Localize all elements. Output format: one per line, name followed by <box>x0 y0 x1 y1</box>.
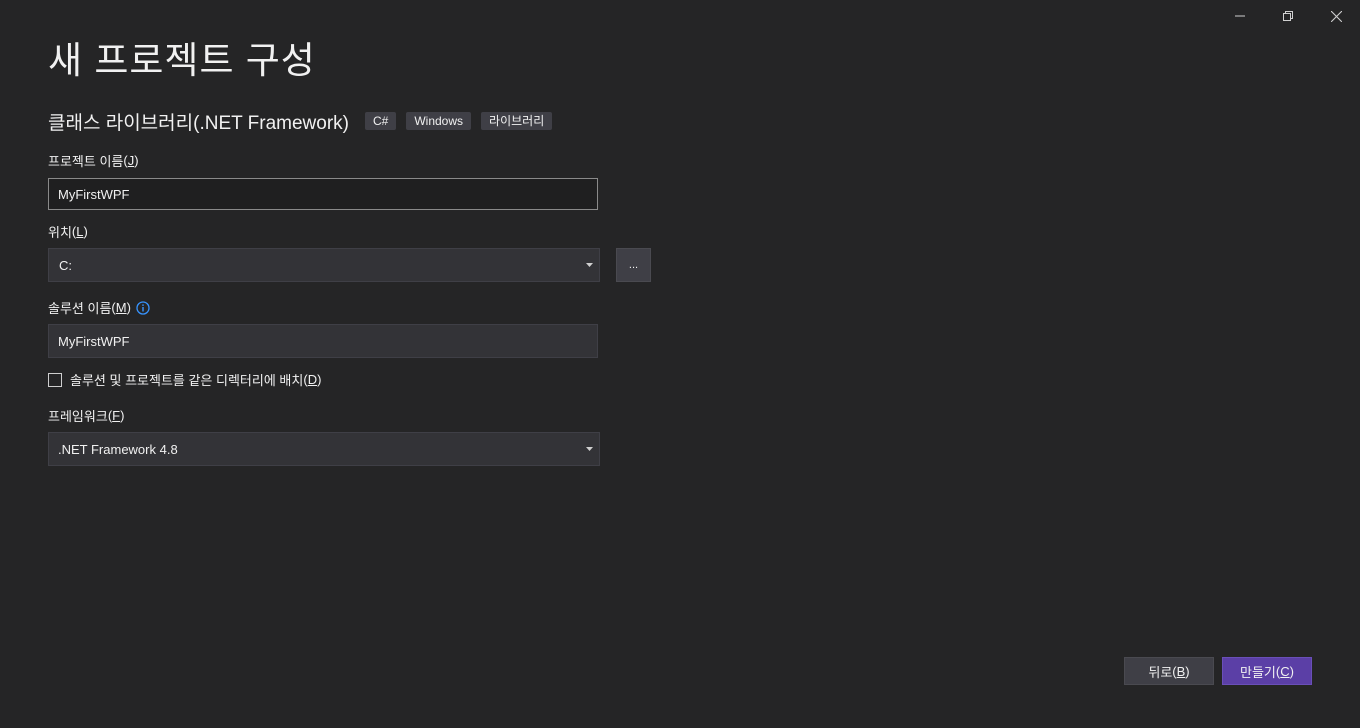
accel-key: L <box>76 224 84 239</box>
project-name-label: 프로젝트 이름(J) <box>48 151 139 170</box>
window-controls <box>1216 0 1360 32</box>
framework-value: .NET Framework 4.8 <box>58 441 178 457</box>
project-name-value: MyFirstWPF <box>58 186 130 202</box>
framework-combobox[interactable]: .NET Framework 4.8 <box>48 432 600 466</box>
page-title: 새 프로젝트 구성 <box>48 40 316 81</box>
project-name-label-text: 프로젝트 이름 <box>48 154 124 169</box>
location-label: 위치(L) <box>48 222 88 241</box>
browse-button[interactable]: ... <box>616 248 651 282</box>
template-name: 클래스 라이브러리(.NET Framework) <box>48 112 349 134</box>
restore-button[interactable] <box>1264 0 1312 32</box>
template-header: 클래스 라이브러리(.NET Framework) C# Windows 라이브… <box>48 106 562 136</box>
location-label-text: 위치 <box>48 225 72 240</box>
accel-close: ) <box>317 372 322 387</box>
tag-language: C# <box>365 112 397 130</box>
create-button[interactable]: 만들기(C) <box>1222 657 1312 685</box>
accel-close: ) <box>134 153 139 168</box>
location-combobox[interactable]: C: <box>48 248 600 282</box>
info-icon[interactable] <box>136 300 150 315</box>
accel-close: ) <box>120 408 125 423</box>
close-icon <box>1330 10 1342 22</box>
accel-key: F <box>112 408 121 423</box>
dropdown-arrow-icon[interactable] <box>583 433 595 465</box>
create-label: 만들기 <box>1240 664 1276 680</box>
new-project-window: 새 프로젝트 구성 클래스 라이브러리(.NET Framework) C# W… <box>0 0 1360 728</box>
accel-close: ) <box>126 300 131 315</box>
solution-name-input[interactable]: MyFirstWPF <box>48 324 598 358</box>
accel-close: ) <box>1289 663 1294 679</box>
framework-label: 프레임워크(F) <box>48 406 124 425</box>
accel-key: C <box>1280 663 1290 679</box>
same-directory-option[interactable]: 솔루션 및 프로젝트를 같은 디렉터리에 배치(D) <box>48 370 321 389</box>
same-directory-checkbox[interactable] <box>48 372 62 387</box>
framework-label-text: 프레임워크 <box>48 409 108 424</box>
accel-key: M <box>115 300 127 315</box>
project-name-input[interactable]: MyFirstWPF <box>48 178 598 210</box>
tag-platform: Windows <box>406 112 472 130</box>
accel-close: ) <box>1185 663 1190 679</box>
solution-name-label-text: 솔루션 이름 <box>48 301 112 316</box>
browse-label: ... <box>628 259 639 271</box>
solution-name-label: 솔루션 이름(M) <box>48 298 150 317</box>
back-label: 뒤로 <box>1148 664 1173 680</box>
accel-key: B <box>1176 663 1186 679</box>
close-button[interactable] <box>1312 0 1360 32</box>
same-directory-label: 솔루션 및 프로젝트를 같은 디렉터리에 배치 <box>70 373 304 388</box>
minimize-icon <box>1235 15 1245 17</box>
solution-name-value: MyFirstWPF <box>58 333 130 349</box>
accel-close: ) <box>83 224 88 239</box>
tag-project-type: 라이브러리 <box>481 112 553 130</box>
accel-key: D <box>307 372 318 387</box>
dropdown-arrow-icon[interactable] <box>583 249 595 281</box>
location-value: C: <box>59 257 72 273</box>
minimize-button[interactable] <box>1216 0 1264 32</box>
restore-icon <box>1283 11 1293 21</box>
back-button[interactable]: 뒤로(B) <box>1124 657 1214 685</box>
